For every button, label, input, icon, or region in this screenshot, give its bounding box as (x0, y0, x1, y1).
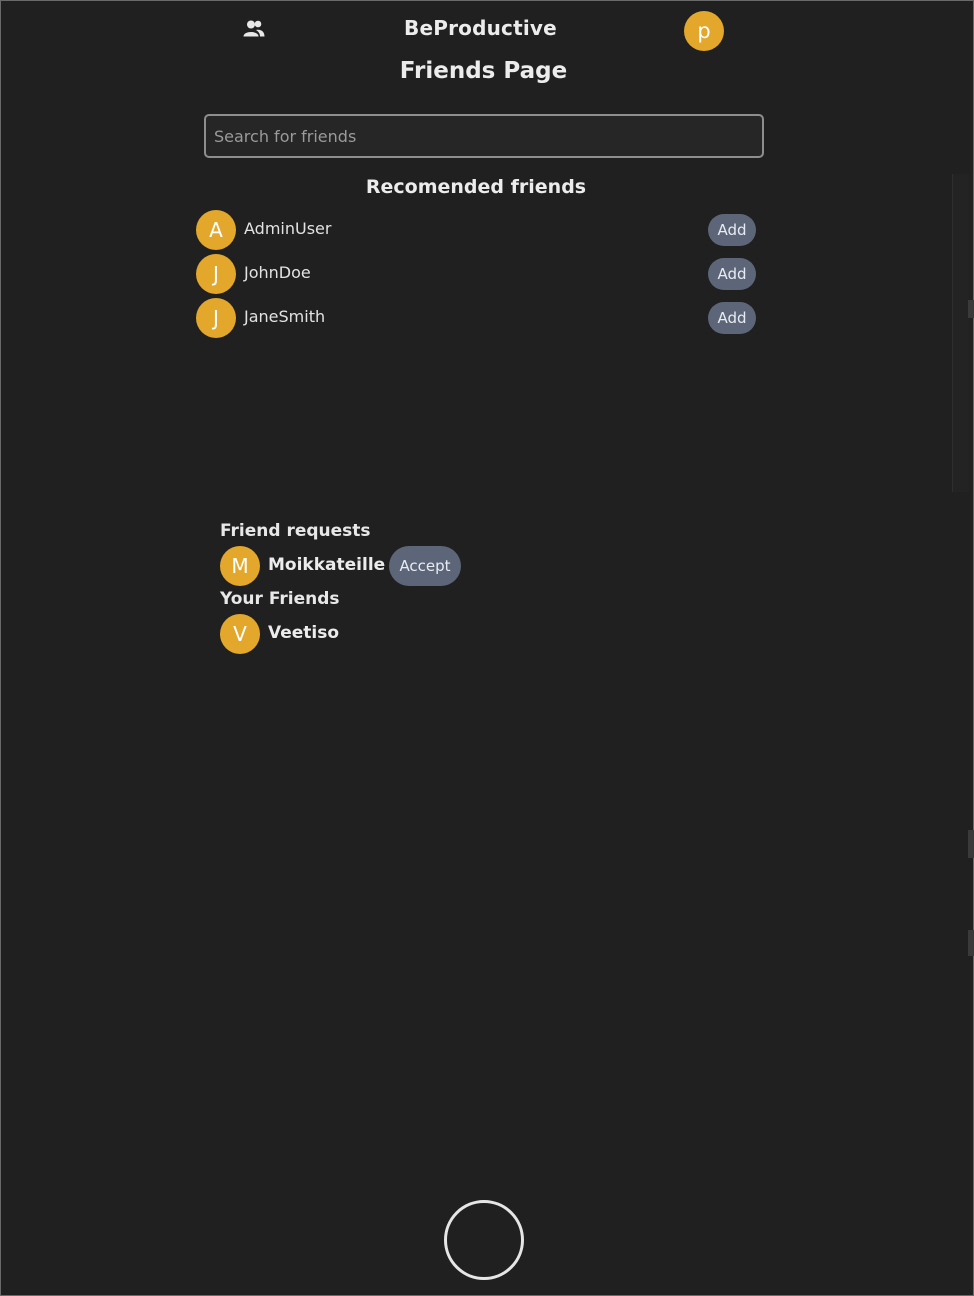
friend-name: AdminUser (244, 219, 332, 238)
app-title: BeProductive (404, 16, 557, 40)
users-icon[interactable] (243, 19, 265, 39)
recommended-heading: Recomended friends (365, 176, 587, 198)
friend-name: JohnDoe (244, 263, 311, 282)
edge-divider (968, 300, 974, 318)
accept-button[interactable]: Accept (389, 546, 461, 586)
avatar: J (196, 254, 236, 294)
friend-requests-heading: Friend requests (220, 521, 371, 541)
friend-name: Veetiso (268, 623, 340, 643)
edge-divider (968, 930, 974, 956)
edge-divider (968, 830, 974, 858)
add-friend-button[interactable]: Add (708, 214, 756, 246)
avatar: A (196, 210, 236, 250)
avatar: V (220, 614, 260, 654)
add-friend-button[interactable]: Add (708, 302, 756, 334)
profile-avatar[interactable]: p (684, 11, 724, 51)
avatar: J (196, 298, 236, 338)
request-name: Moikkateille (268, 555, 386, 575)
search-input[interactable] (204, 114, 764, 158)
home-button[interactable] (444, 1200, 524, 1280)
your-friends-heading: Your Friends (220, 589, 340, 609)
add-friend-button[interactable]: Add (708, 258, 756, 290)
friend-name: JaneSmith (244, 307, 326, 326)
avatar: M (220, 546, 260, 586)
scrollbar[interactable] (952, 174, 969, 492)
page-title: Friends Page (399, 58, 568, 84)
